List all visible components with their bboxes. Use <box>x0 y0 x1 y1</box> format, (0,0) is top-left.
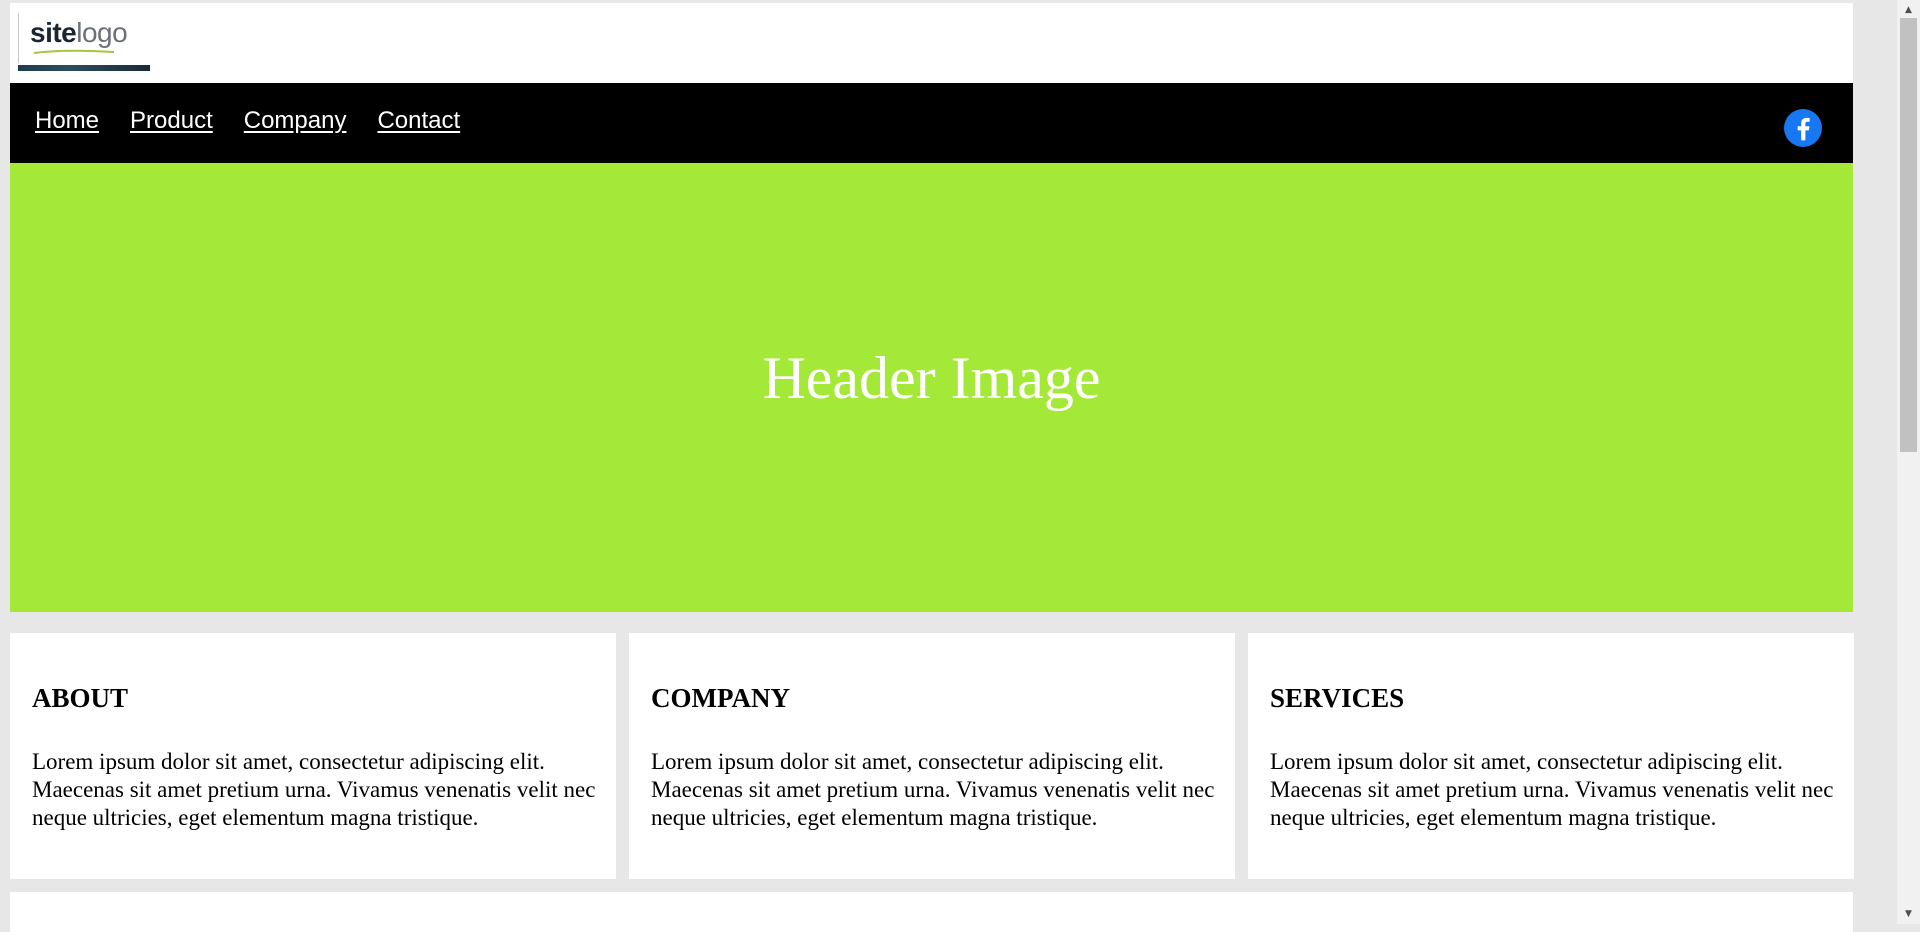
logo-bar: sitelogo <box>10 3 1853 83</box>
nav-links: Home Product Company Contact <box>35 107 491 135</box>
info-cards: ABOUT Lorem ipsum dolor sit amet, consec… <box>10 633 1854 881</box>
scrollbar-thumb[interactable] <box>1900 18 1917 452</box>
card-title: ABOUT <box>32 683 129 713</box>
nav-link-contact[interactable]: Contact <box>377 107 460 135</box>
site-logo[interactable]: sitelogo <box>18 7 150 72</box>
footer-panel <box>10 892 1853 932</box>
nav-link-home[interactable]: Home <box>35 107 99 135</box>
vertical-scrollbar[interactable]: ▲ ▼ <box>1897 0 1920 924</box>
hero-banner: Header Image <box>10 163 1853 612</box>
logo-text: sitelogo <box>30 17 128 49</box>
scroll-down-arrow-icon[interactable]: ▼ <box>1897 906 1920 922</box>
card-title: COMPANY <box>651 683 790 713</box>
nav-link-company[interactable]: Company <box>244 107 347 135</box>
main-nav: Home Product Company Contact <box>10 83 1853 163</box>
logo-underline <box>18 65 150 71</box>
logo-divider <box>18 13 19 63</box>
card-company: COMPANY Lorem ipsum dolor sit amet, cons… <box>629 633 1235 879</box>
nav-link-product[interactable]: Product <box>130 107 213 135</box>
logo-swoosh <box>34 49 114 54</box>
hero-title: Header Image <box>762 345 1101 411</box>
card-body: Lorem ipsum dolor sit amet, consectetur … <box>651 749 1215 830</box>
card-title: SERVICES <box>1270 683 1405 713</box>
card-services: SERVICES Lorem ipsum dolor sit amet, con… <box>1248 633 1854 879</box>
card-body: Lorem ipsum dolor sit amet, consectetur … <box>32 749 596 830</box>
logo-text-bold: site <box>30 17 77 48</box>
page-gutter <box>1853 0 1897 924</box>
facebook-icon[interactable] <box>1784 109 1822 147</box>
scroll-up-arrow-icon[interactable]: ▲ <box>1897 2 1920 18</box>
card-body: Lorem ipsum dolor sit amet, consectetur … <box>1270 749 1834 830</box>
card-about: ABOUT Lorem ipsum dolor sit amet, consec… <box>10 633 616 879</box>
page: sitelogo Home Product Company Contact He… <box>10 3 1854 932</box>
logo-text-light: logo <box>76 17 128 48</box>
